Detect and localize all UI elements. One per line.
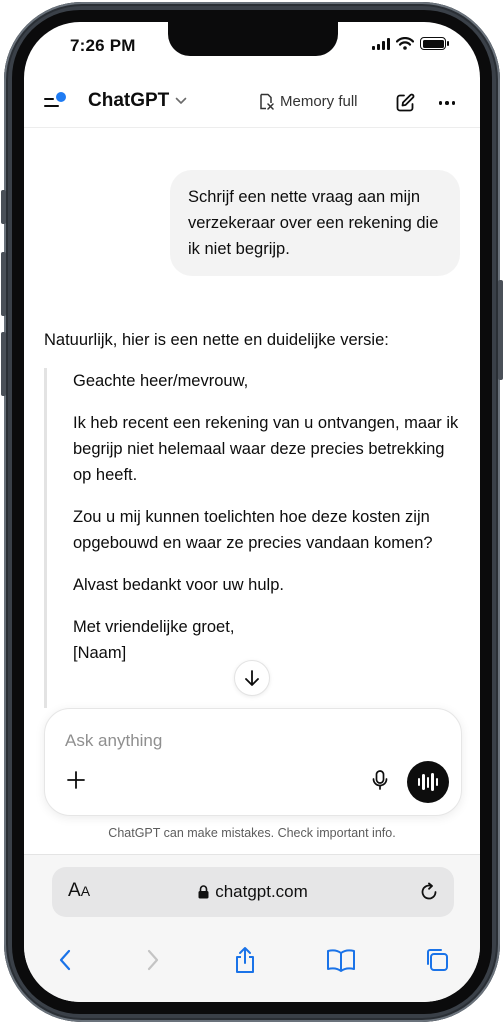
letter-name: [Naam] [73, 644, 127, 662]
new-chat-icon[interactable] [394, 92, 416, 114]
volume-down-button [1, 332, 6, 396]
assistant-intro: Natuurlijk, hier is een nette en duideli… [44, 331, 389, 349]
letter-line: Zou u mij kunnen toelichten hoe deze kos… [73, 508, 433, 552]
app-title: ChatGPT [88, 90, 170, 111]
scroll-down-button[interactable] [234, 660, 270, 696]
disclaimer: ChatGPT can make mistakes. Check importa… [108, 826, 396, 840]
status-time: 7:26 PM [70, 36, 136, 55]
volume-up-button [1, 252, 6, 316]
back-icon[interactable] [50, 945, 80, 975]
tabs-icon[interactable] [422, 945, 452, 975]
plus-icon[interactable] [65, 769, 87, 791]
memory-off-icon [260, 93, 274, 110]
battery-icon [420, 37, 449, 50]
chevron-down-icon [175, 97, 187, 104]
browser-bar: AA chatgpt.com [24, 854, 480, 1002]
letter-quote: Geachte heer/mevrouw, Ik heb recent een … [44, 368, 464, 708]
model-selector[interactable]: ChatGPT [88, 90, 187, 112]
voice-mode-icon[interactable] [407, 761, 449, 803]
sidebar-toggle-icon[interactable] [44, 92, 70, 114]
letter-line: Met vriendelijke groet, [Naam] [73, 614, 464, 666]
letter-closing: Met vriendelijke groet, [73, 618, 235, 636]
letter-line: Geachte heer/mevrouw, [73, 372, 249, 390]
screen: 7:26 PM ChatGPT Memory full Schrijf een … [24, 22, 480, 1002]
status-icons [372, 37, 449, 50]
letter-line: Alvast bedankt voor uw hulp. [73, 576, 284, 594]
silent-switch [1, 190, 6, 224]
arrow-down-icon [245, 670, 259, 686]
app-header: ChatGPT Memory full [24, 80, 480, 128]
composer: Ask anything [44, 708, 462, 816]
reload-icon[interactable] [418, 881, 440, 903]
notification-dot [56, 92, 66, 102]
more-icon[interactable] [436, 92, 458, 114]
forward-icon[interactable] [138, 945, 168, 975]
power-button [498, 280, 503, 380]
letter-line: Ik heb recent een rekening van u ontvang… [73, 414, 459, 484]
url-text: chatgpt.com [215, 882, 308, 901]
dynamic-island [168, 22, 338, 56]
lock-icon [198, 885, 209, 899]
bookmarks-icon[interactable] [326, 945, 356, 975]
microphone-icon[interactable] [369, 769, 391, 791]
memory-label: Memory full [280, 93, 358, 110]
user-message: Schrijf een nette vraag aan mijn verzeke… [170, 170, 460, 276]
share-icon[interactable] [230, 945, 260, 975]
browser-toolbar [24, 945, 480, 979]
address-bar[interactable]: AA chatgpt.com [52, 867, 454, 917]
prompt-input[interactable]: Ask anything [65, 731, 162, 751]
wifi-icon [396, 37, 414, 50]
signal-icon [372, 37, 390, 50]
memory-full-indicator[interactable]: Memory full [258, 93, 358, 110]
reader-settings-button[interactable]: AA [68, 880, 90, 902]
